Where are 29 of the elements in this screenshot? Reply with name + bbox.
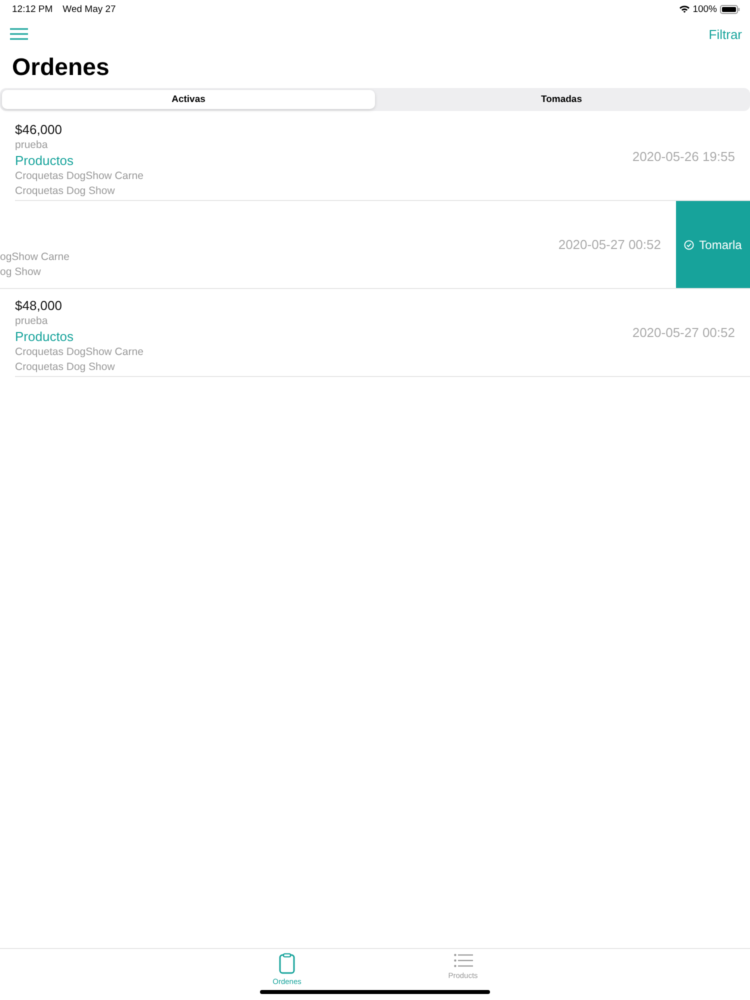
products-label: Productos — [15, 328, 75, 345]
order-date: 2020-05-27 00:52 — [632, 325, 735, 340]
product-item: Croquetas Dog Show — [15, 184, 116, 199]
battery-icon — [720, 4, 740, 14]
order-date: 2020-05-26 19:55 — [632, 149, 735, 164]
wifi-icon — [678, 5, 690, 13]
status-time: 12:12 PM — [12, 4, 53, 14]
product-item: Croquetas DogShow Carne — [15, 345, 144, 360]
order-note: prueba — [15, 314, 49, 328]
product-item: Croquetas Dog Show — [15, 360, 116, 375]
segment-tab[interactable]: Tomadas — [375, 90, 748, 109]
status-date: Wed May 27 — [62, 4, 116, 14]
order-date: 2020-05-27 00:52 — [558, 237, 661, 252]
order-note: prueba — [15, 138, 49, 152]
battery-percent: 100% — [692, 4, 717, 14]
segment-tab[interactable]: Activas — [2, 90, 375, 109]
take-button[interactable]: Tomarla — [676, 201, 750, 288]
filter-button[interactable]: Filtrar — [708, 26, 742, 42]
products-label: Productos — [15, 152, 75, 169]
product-item: og Show — [0, 265, 42, 280]
menu-icon[interactable] — [10, 28, 28, 40]
check-circle-icon — [684, 240, 694, 250]
order-price: $48,000 — [15, 297, 63, 314]
order-price: $46,000 — [15, 121, 63, 138]
list-icon — [454, 953, 472, 968]
page-title: Ordenes — [12, 54, 110, 82]
product-item: Croquetas DogShow Carne — [15, 169, 144, 184]
clipboard-icon — [279, 953, 295, 974]
product-item: ogShow Carne — [0, 250, 70, 265]
